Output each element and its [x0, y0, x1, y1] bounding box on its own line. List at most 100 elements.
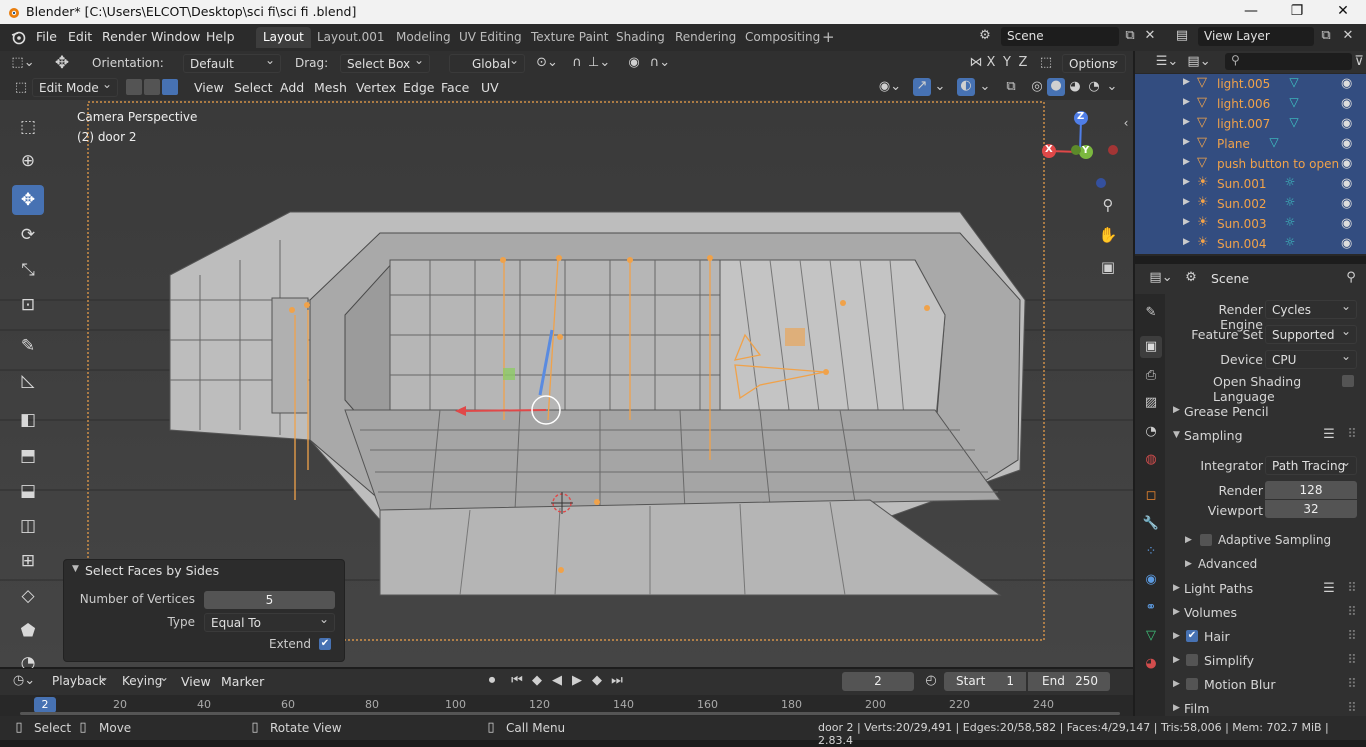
scene-name-field[interactable]: Scene	[1001, 27, 1119, 46]
remove-scene-icon[interactable]: ✕	[1142, 28, 1158, 43]
close-window-button[interactable]: ✕	[1320, 0, 1366, 24]
marker-menu[interactable]: Marker	[221, 674, 264, 689]
mode-dropdown[interactable]: Edit Mode	[32, 75, 118, 97]
start-frame-field[interactable]: Start 1	[944, 672, 1026, 691]
particles-tab-icon[interactable]: ⁘	[1140, 541, 1162, 563]
visibility-eye-icon[interactable]: ◉	[1341, 136, 1352, 151]
menu-select[interactable]: Select	[234, 80, 273, 95]
menu-file[interactable]: File	[36, 29, 57, 44]
material-tab-icon[interactable]: ◕	[1140, 653, 1162, 675]
prev-keyframe-icon[interactable]: ◆	[529, 673, 545, 688]
pin-icon[interactable]: ⚲	[1343, 270, 1359, 285]
visibility-eye-icon[interactable]: ◉	[1341, 116, 1352, 131]
play-reverse-icon[interactable]: ◀	[549, 673, 565, 688]
xray-icon[interactable]: ⧉	[1002, 79, 1020, 94]
tab-rendering[interactable]: Rendering	[668, 27, 743, 48]
feature-set-dropdown[interactable]: Supported	[1265, 322, 1357, 344]
mesh-data-icon[interactable]: ▽	[1283, 75, 1305, 93]
world-tab-icon[interactable]: ◍	[1140, 449, 1162, 471]
tab-texture-paint[interactable]: Texture Paint	[524, 27, 615, 48]
play-icon[interactable]: ▶	[569, 673, 585, 688]
motion-blur-checkbox[interactable]	[1186, 678, 1198, 690]
expand-arrow-icon[interactable]: ▶	[1183, 197, 1190, 207]
playhead-frame[interactable]: 2	[34, 697, 56, 713]
shading-material-icon[interactable]: ◕	[1066, 79, 1084, 94]
outliner-row[interactable]: ▶ ☀ Sun.002 ☼ ◉	[1135, 194, 1366, 214]
light-data-icon[interactable]: ☼	[1279, 175, 1301, 193]
minimize-button[interactable]: —	[1228, 0, 1274, 24]
outliner-row[interactable]: ▶ ☀ Sun.003 ☼ ◉	[1135, 214, 1366, 234]
spin-tool-icon[interactable]: ◔	[12, 648, 44, 668]
menu-vertex[interactable]: Vertex	[356, 80, 396, 95]
view-layer-tab-icon[interactable]: ▨	[1140, 392, 1162, 414]
drag-handle-icon[interactable]: ⠿	[1345, 605, 1359, 620]
vertex-select-mode-icon[interactable]	[126, 79, 142, 95]
auto-merge-icon[interactable]: ⬚	[1038, 55, 1054, 70]
filter-icon[interactable]: ⊽	[1353, 54, 1365, 69]
knife-tool-icon[interactable]: ◇	[12, 581, 44, 611]
timeline-view-menu[interactable]: View	[181, 674, 211, 689]
volumes-panel[interactable]: Volumes	[1184, 605, 1237, 620]
tab-shading[interactable]: Shading	[609, 27, 672, 48]
axis-z-toggle[interactable]: Z	[1016, 55, 1030, 70]
constraints-tab-icon[interactable]: ⚭	[1140, 597, 1162, 619]
menu-render[interactable]: Render	[102, 29, 147, 44]
viewport-samples-field[interactable]: 32	[1265, 500, 1357, 518]
grease-pencil-panel[interactable]: Grease Pencil	[1184, 404, 1269, 419]
view-layer-field[interactable]: View Layer	[1198, 27, 1314, 46]
collapsed-arrow-icon[interactable]: ▶	[1173, 405, 1180, 415]
timeline-scrollbar[interactable]	[20, 712, 1120, 715]
advanced-panel[interactable]: Advanced	[1198, 557, 1257, 571]
next-keyframe-icon[interactable]: ◆	[589, 673, 605, 688]
tab-layout-001[interactable]: Layout.001	[310, 27, 392, 48]
render-tab-icon[interactable]: ▣	[1140, 336, 1162, 358]
collapsed-arrow-icon[interactable]: ▶	[1173, 703, 1180, 713]
visibility-eye-icon[interactable]: ◉	[1341, 236, 1352, 251]
axis-y-toggle[interactable]: Y	[1000, 55, 1014, 70]
drag-handle-icon[interactable]: ⠿	[1345, 701, 1359, 716]
tool-select-icon[interactable]: ⬚⌄	[10, 55, 36, 70]
collapsed-arrow-icon[interactable]: ▶	[1173, 631, 1180, 641]
rotate-tool-icon[interactable]: ⟳	[12, 220, 44, 250]
menu-edge[interactable]: Edge	[403, 80, 434, 95]
menu-add[interactable]: Add	[280, 80, 304, 95]
visibility-eye-icon[interactable]: ◉	[1341, 216, 1352, 231]
end-frame-field[interactable]: End 250	[1028, 672, 1110, 691]
bevel-tool-icon[interactable]: ◫	[12, 511, 44, 541]
transform-tool-icon[interactable]: ⊡	[12, 290, 44, 320]
duplicate-view-layer-icon[interactable]: ⧉	[1318, 28, 1334, 43]
motion-blur-panel[interactable]: Motion Blur	[1204, 677, 1275, 692]
expand-arrow-icon[interactable]: ▶	[1183, 177, 1190, 187]
properties-editor-icon[interactable]: ▤⌄	[1149, 270, 1173, 285]
menu-view[interactable]: View	[194, 80, 224, 95]
integrator-dropdown[interactable]: Path Tracing	[1265, 453, 1357, 475]
playback-menu[interactable]: Playback	[46, 668, 114, 691]
mesh-data-icon[interactable]: ▽	[1263, 135, 1285, 153]
shading-wireframe-icon[interactable]: ◎	[1028, 79, 1046, 94]
physics-tab-icon[interactable]: ◉	[1140, 569, 1162, 591]
keying-menu[interactable]: Keying	[116, 668, 174, 691]
presets-icon[interactable]: ☰	[1321, 427, 1337, 442]
extrude-tool-icon[interactable]: ⬒	[12, 441, 44, 471]
light-data-icon[interactable]: ☼	[1279, 195, 1301, 213]
render-engine-dropdown[interactable]: Cycles	[1265, 297, 1357, 319]
outliner-row[interactable]: ▶ ▽ light.007 ▽ ◉	[1135, 114, 1366, 134]
zoom-icon[interactable]: ⚲	[1098, 196, 1118, 214]
render-samples-field[interactable]: 128	[1265, 481, 1357, 499]
add-cube-tool-icon[interactable]: ◧	[12, 405, 44, 435]
expand-arrow-icon[interactable]: ▶	[1183, 217, 1190, 227]
expand-arrow-icon[interactable]: ▶	[1183, 137, 1190, 147]
type-dropdown[interactable]: Equal To	[204, 610, 335, 632]
collapsed-arrow-icon[interactable]: ▶	[1173, 607, 1180, 617]
transform-orientation-dropdown[interactable]: Global	[449, 51, 525, 73]
film-panel[interactable]: Film	[1184, 701, 1209, 716]
duplicate-scene-icon[interactable]: ⧉	[1122, 28, 1138, 43]
light-paths-panel[interactable]: Light Paths	[1184, 581, 1253, 596]
view-layer-icon[interactable]: ▤	[1172, 28, 1192, 43]
overlays-toggle-icon[interactable]: ◐	[957, 78, 975, 96]
drag-dropdown[interactable]: Select Box	[340, 51, 430, 73]
loop-cut-tool-icon[interactable]: ⊞	[12, 546, 44, 576]
visibility-eye-icon[interactable]: ◉	[1341, 176, 1352, 191]
measure-tool-icon[interactable]: ◺	[12, 366, 44, 396]
simplify-checkbox[interactable]	[1186, 654, 1198, 666]
